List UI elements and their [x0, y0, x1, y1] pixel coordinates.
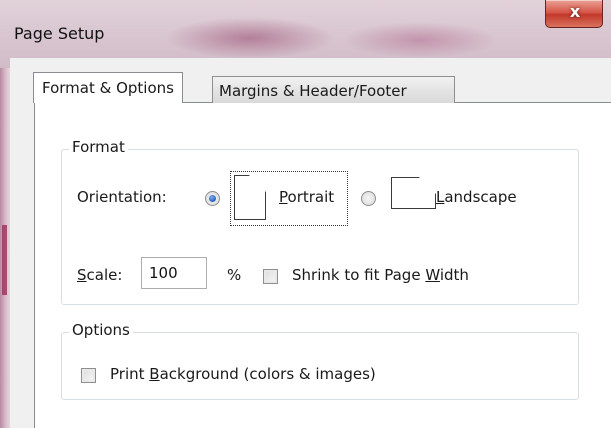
scale-label: Scale: — [77, 266, 123, 284]
close-icon: x — [569, 2, 581, 21]
scale-input[interactable] — [141, 257, 207, 289]
options-group-legend: Options — [69, 321, 133, 339]
percent-label: % — [227, 266, 242, 284]
landscape-page-icon — [391, 177, 436, 209]
portrait-radio[interactable] — [205, 191, 220, 206]
tab-format-options[interactable]: Format & Options — [33, 72, 183, 103]
close-button[interactable]: x — [545, 0, 603, 28]
shrink-to-fit-checkbox[interactable] — [263, 269, 278, 284]
portrait-mnemonic: P — [279, 188, 288, 206]
tab-panel: Format Orientation: Portrait Landscape S… — [34, 102, 611, 428]
portrait-label[interactable]: Portrait — [279, 188, 334, 206]
orientation-label: Orientation: — [77, 188, 167, 206]
landscape-radio[interactable] — [361, 191, 376, 206]
print-background-checkbox[interactable] — [81, 368, 96, 383]
window-title: Page Setup — [14, 24, 105, 43]
print-background-label[interactable]: Print Background (colors & images) — [110, 365, 376, 383]
shrink-to-fit-label[interactable]: Shrink to fit Page Width — [292, 266, 469, 284]
landscape-label[interactable]: Landscape — [436, 188, 517, 206]
tab-margins-header-footer[interactable]: Margins & Header/Footer — [212, 76, 455, 103]
portrait-page-icon — [234, 175, 266, 220]
format-group-legend: Format — [69, 138, 128, 156]
